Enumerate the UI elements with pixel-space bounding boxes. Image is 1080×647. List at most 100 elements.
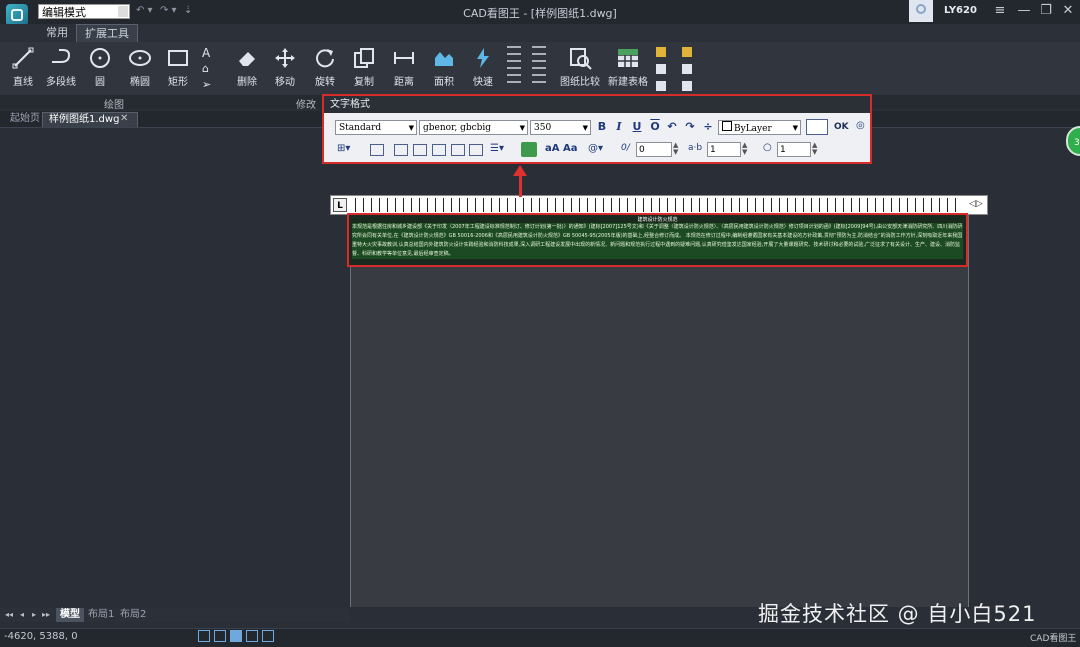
- oblique-stepper-icon[interactable]: ▲ ▼: [673, 142, 678, 156]
- more-draw-icon[interactable]: ➢: [202, 78, 211, 91]
- insert-tool-icon[interactable]: [682, 47, 692, 57]
- ellipse-tool-label: 椭圆: [130, 77, 150, 88]
- user-name[interactable]: LY620: [944, 5, 977, 16]
- rotate-tool-button[interactable]: 旋转: [306, 46, 344, 88]
- last-layout-icon[interactable]: ▸▸: [42, 610, 50, 619]
- mtext-editor[interactable]: 建筑设计防火规范 本规范是根据住房和城乡建设部《关于印发〈2007年工程建设标准…: [347, 213, 968, 267]
- ruler-resize-icon[interactable]: ◁▷: [969, 199, 983, 209]
- move-tool-label: 移动: [275, 77, 295, 88]
- fill-tool-icon[interactable]: ⌂: [202, 62, 209, 75]
- delete-tool-button[interactable]: 删除: [228, 46, 266, 88]
- layer-tool-icon[interactable]: [656, 64, 666, 74]
- compare-icon: [570, 48, 592, 70]
- copy-icon: [354, 48, 374, 68]
- compare-drawings-button[interactable]: 图纸比较: [559, 46, 601, 88]
- ortho-icon[interactable]: [214, 630, 226, 642]
- redo-icon[interactable]: ↷: [683, 120, 697, 134]
- line-spacing-icon[interactable]: ☰▾: [490, 143, 504, 154]
- restore-icon[interactable]: ❐: [1034, 2, 1058, 20]
- attribute-tool-icon[interactable]: [656, 81, 666, 91]
- width-factor-input[interactable]: 1: [777, 142, 811, 157]
- rectangle-icon: [168, 50, 188, 66]
- tab-extended-tools[interactable]: 扩展工具: [76, 24, 138, 43]
- zoom-icon[interactable]: [198, 630, 210, 642]
- uppercase-icon[interactable]: aA: [545, 143, 560, 154]
- options-icon[interactable]: ◎: [856, 120, 865, 131]
- rectangle-tool-button[interactable]: 矩形: [159, 46, 197, 88]
- align-right-icon[interactable]: [432, 144, 446, 156]
- mtext-body[interactable]: 本规范是根据住房和城乡建设部《关于印发〈2007年工程建设标准规范制订、修订计划…: [352, 223, 963, 259]
- stack-icon[interactable]: ÷: [701, 120, 715, 134]
- prev-layout-icon[interactable]: ◂: [20, 610, 24, 619]
- font-select[interactable]: gbenor, gbcbig ▼: [419, 120, 528, 135]
- tab-common[interactable]: 常用: [38, 24, 76, 42]
- bold-button[interactable]: B: [595, 120, 609, 134]
- circle-tool-label: 圆: [95, 77, 105, 88]
- columns-icon[interactable]: ⊞▾: [337, 143, 350, 154]
- block-tool-icon[interactable]: [656, 47, 666, 57]
- close-icon[interactable]: ✕: [120, 113, 128, 124]
- line-tool-button[interactable]: 直线: [4, 46, 42, 88]
- width-stepper-icon[interactable]: ▲ ▼: [812, 142, 817, 156]
- next-layout-icon[interactable]: ▸: [32, 610, 36, 619]
- close-icon[interactable]: ✕: [1056, 2, 1080, 20]
- minimize-icon[interactable]: —: [1012, 2, 1036, 20]
- line-tool-label: 直线: [13, 77, 33, 88]
- measure-options-icon[interactable]: [507, 46, 521, 86]
- text-style-select[interactable]: Standard ▼: [335, 120, 417, 135]
- group-draw-label: 绘图: [104, 100, 124, 111]
- circle-tool-button[interactable]: 圆: [81, 46, 119, 88]
- user-avatar-icon[interactable]: [909, 0, 933, 22]
- text-tool-icon[interactable]: A: [202, 46, 210, 60]
- align-options-icon[interactable]: [532, 46, 546, 86]
- fit-view-icon[interactable]: [262, 630, 274, 642]
- symbol-icon[interactable]: @▾: [588, 143, 603, 154]
- tab-stop-icon[interactable]: L: [333, 198, 347, 212]
- text-height-select[interactable]: 350 ▼: [530, 120, 591, 135]
- underline-button[interactable]: U: [630, 120, 644, 134]
- annotation-arrow-head: [513, 165, 527, 176]
- text-color-select[interactable]: ByLayer ▼: [718, 120, 801, 135]
- property-tool-icon[interactable]: [682, 64, 692, 74]
- move-tool-button[interactable]: 移动: [266, 46, 304, 88]
- annotation-arrow: [519, 175, 522, 197]
- explode-tool-icon[interactable]: [682, 81, 692, 91]
- area-tool-button[interactable]: 面积: [425, 46, 463, 88]
- align-left-icon[interactable]: [394, 144, 408, 156]
- copy-tool-button[interactable]: 复制: [345, 46, 383, 88]
- distance-tool-button[interactable]: 距离: [385, 46, 423, 88]
- new-table-button[interactable]: 新建表格: [607, 46, 649, 88]
- ellipse-tool-button[interactable]: 椭圆: [121, 46, 159, 88]
- delete-tool-label: 删除: [237, 77, 257, 88]
- ruler-ticks: [355, 198, 963, 212]
- chevron-down-icon: ▼: [582, 124, 588, 132]
- justify-icon[interactable]: [451, 144, 465, 156]
- tab-model[interactable]: 模型: [56, 608, 84, 622]
- tracking-stepper-icon[interactable]: ▲ ▼: [742, 142, 747, 156]
- tab-layout2[interactable]: 布局2: [116, 608, 150, 622]
- text-style-value: Standard: [339, 123, 382, 133]
- overline-button[interactable]: O: [648, 120, 662, 134]
- new-table-label: 新建表格: [608, 77, 648, 88]
- oblique-input[interactable]: 0: [636, 142, 672, 157]
- polyline-tool-label: 多段线: [46, 77, 76, 88]
- insert-field-icon[interactable]: [521, 142, 537, 157]
- tab-start-page[interactable]: 起始页: [4, 112, 46, 126]
- undo-icon[interactable]: ↶: [665, 120, 679, 134]
- menu-icon[interactable]: ≡: [988, 2, 1012, 20]
- first-layout-icon[interactable]: ◂◂: [5, 610, 13, 619]
- polyline-tool-button[interactable]: 多段线: [42, 46, 80, 88]
- snap-icon[interactable]: [230, 630, 242, 642]
- ok-button[interactable]: OK: [834, 122, 849, 132]
- tab-layout1[interactable]: 布局1: [84, 608, 118, 622]
- split-view-icon[interactable]: [246, 630, 258, 642]
- distribute-icon[interactable]: [469, 144, 483, 156]
- paragraph-icon[interactable]: [370, 144, 384, 156]
- lowercase-icon[interactable]: Aa: [563, 143, 578, 154]
- tracking-input[interactable]: 1: [707, 142, 741, 157]
- align-center-icon[interactable]: [413, 144, 427, 156]
- ruler-toggle-icon[interactable]: [806, 119, 828, 135]
- quick-measure-button[interactable]: 快速: [464, 46, 502, 88]
- italic-button[interactable]: I: [612, 120, 626, 134]
- line-icon: [12, 47, 34, 69]
